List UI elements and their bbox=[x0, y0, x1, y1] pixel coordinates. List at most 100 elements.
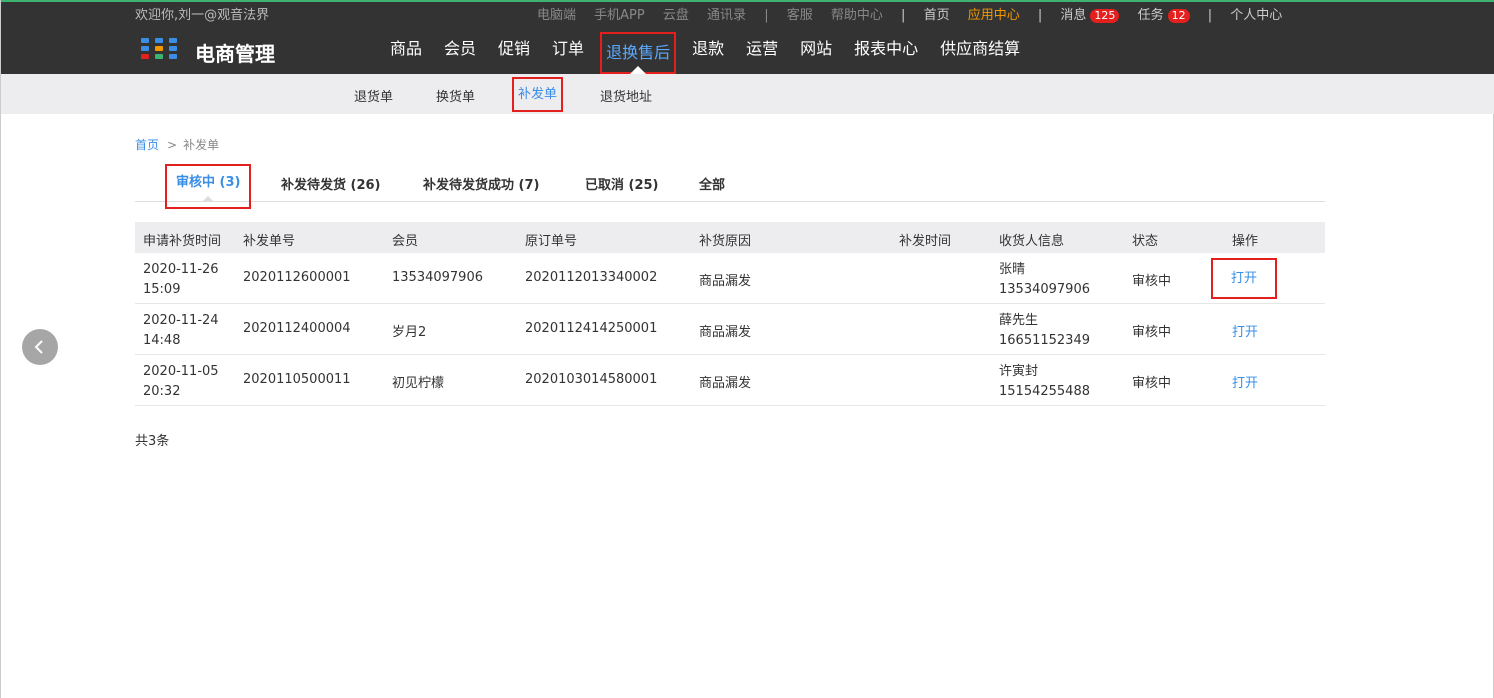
subnav-exchanges[interactable]: 换货单 bbox=[436, 86, 475, 105]
receiver-info: 许寅封 15154255488 bbox=[999, 362, 1090, 402]
apply-time: 2020-11-05 20:32 bbox=[143, 362, 219, 402]
link-service[interactable]: 客服 bbox=[787, 8, 813, 23]
page: 欢迎你,刘一@观音法界 电脑端 手机APP 云盘 通讯录 | 客服 帮助中心 |… bbox=[0, 0, 1494, 698]
status: 审核中 bbox=[1132, 376, 1172, 391]
back-button[interactable] bbox=[22, 329, 58, 365]
link-tasks[interactable]: 任务 12 bbox=[1138, 8, 1190, 23]
divider: | bbox=[901, 8, 906, 23]
receiver-phone: 13534097906 bbox=[999, 282, 1090, 297]
receiver-phone: 15154255488 bbox=[999, 384, 1090, 399]
link-desktop[interactable]: 电脑端 bbox=[537, 8, 576, 23]
subnav-return-address[interactable]: 退货地址 bbox=[600, 86, 652, 105]
reship-no: 2020110500011 bbox=[243, 372, 351, 387]
nav-products[interactable]: 商品 bbox=[379, 24, 433, 74]
link-help-center[interactable]: 帮助中心 bbox=[831, 8, 883, 23]
tab-under-review-label: 审核中 (3) bbox=[176, 175, 241, 190]
table-header: 申请补货时间 补发单号 会员 原订单号 补货原因 补发时间 收货人信息 状态 操… bbox=[135, 222, 1325, 253]
nav-operations[interactable]: 运营 bbox=[735, 24, 789, 74]
nav-reports[interactable]: 报表中心 bbox=[843, 24, 929, 74]
link-cloud-disk[interactable]: 云盘 bbox=[663, 8, 689, 23]
table-row: 2020-11-24 14:48 2020112400004 岁月2 202011… bbox=[135, 304, 1325, 355]
divider: | bbox=[1207, 8, 1213, 23]
link-app-center[interactable]: 应用中心 bbox=[968, 8, 1020, 23]
breadcrumb: 首页 > 补发单 bbox=[135, 136, 219, 153]
receiver-phone: 16651152349 bbox=[999, 333, 1090, 348]
col-original-order: 原订单号 bbox=[525, 234, 578, 249]
breadcrumb-separator: > bbox=[167, 138, 178, 152]
link-personal-center[interactable]: 个人中心 bbox=[1230, 8, 1282, 23]
col-status: 状态 bbox=[1132, 234, 1159, 249]
member: 岁月2 bbox=[392, 325, 427, 340]
messages-label: 消息 bbox=[1060, 8, 1087, 23]
welcome-text: 欢迎你,刘一@观音法界 bbox=[135, 8, 270, 23]
original-order: 2020112414250001 bbox=[525, 321, 658, 336]
open-link[interactable]: 打开 bbox=[1211, 258, 1278, 299]
link-messages[interactable]: 消息 125 bbox=[1060, 8, 1120, 23]
receiver-info: 张晴 13534097906 bbox=[999, 260, 1090, 300]
breadcrumb-home[interactable]: 首页 bbox=[135, 138, 159, 152]
main-nav: 商品 会员 促销 订单 退换售后 退款 运营 网站 报表中心 供应商结算 bbox=[379, 24, 1031, 74]
nav-after-sales[interactable]: 退换售后 bbox=[600, 32, 677, 74]
logo-text: 电商管理 bbox=[195, 42, 275, 66]
divider: | bbox=[764, 8, 769, 23]
tasks-label: 任务 bbox=[1137, 8, 1164, 23]
col-receiver: 收货人信息 bbox=[999, 234, 1065, 249]
tasks-badge: 12 bbox=[1167, 9, 1190, 23]
reason: 商品漏发 bbox=[699, 376, 752, 391]
reship-no: 2020112600001 bbox=[243, 270, 351, 285]
reship-no: 2020112400004 bbox=[243, 321, 351, 336]
receiver-name: 张晴 bbox=[999, 262, 1026, 277]
col-reship-no: 补发单号 bbox=[243, 234, 296, 249]
header: 电商管理 商品 会员 促销 订单 退换售后 退款 运营 网站 报表中心 供应商结… bbox=[1, 24, 1494, 74]
apply-time: 2020-11-24 14:48 bbox=[143, 311, 219, 351]
apply-clock: 20:32 bbox=[143, 384, 181, 399]
tab-pending-shipment[interactable]: 补发待发货 (26) bbox=[281, 174, 381, 193]
col-member: 会员 bbox=[392, 234, 419, 249]
receiver-name: 许寅封 bbox=[999, 364, 1039, 379]
tab-shipment-success[interactable]: 补发待发货成功 (7) bbox=[423, 174, 539, 193]
open-link[interactable]: 打开 bbox=[1232, 372, 1258, 391]
link-contacts[interactable]: 通讯录 bbox=[707, 8, 746, 23]
reason: 商品漏发 bbox=[699, 274, 752, 289]
open-link[interactable]: 打开 bbox=[1232, 321, 1258, 340]
nav-refunds[interactable]: 退款 bbox=[681, 24, 735, 74]
member: 初见柠檬 bbox=[392, 376, 445, 391]
subnav-reshipments[interactable]: 补发单 bbox=[512, 77, 564, 112]
table-row: 2020-11-26 15:09 2020112600001 1353409790… bbox=[135, 253, 1325, 304]
col-action: 操作 bbox=[1232, 234, 1259, 249]
link-home[interactable]: 首页 bbox=[924, 8, 950, 23]
nav-promotions[interactable]: 促销 bbox=[487, 24, 541, 74]
original-order: 2020103014580001 bbox=[525, 372, 658, 387]
status: 审核中 bbox=[1132, 325, 1172, 340]
col-reason: 补货原因 bbox=[699, 234, 752, 249]
logo-icon bbox=[141, 38, 181, 59]
member: 13534097906 bbox=[392, 270, 483, 285]
apply-time: 2020-11-26 15:09 bbox=[143, 260, 219, 300]
apply-date: 2020-11-24 bbox=[143, 313, 219, 328]
top-bar: 欢迎你,刘一@观音法界 电脑端 手机APP 云盘 通讯录 | 客服 帮助中心 |… bbox=[1, 0, 1494, 24]
divider: | bbox=[1037, 8, 1043, 23]
subnav-returns[interactable]: 退货单 bbox=[354, 86, 393, 105]
col-reship-time: 补发时间 bbox=[899, 234, 952, 249]
nav-supplier-settlement[interactable]: 供应商结算 bbox=[929, 24, 1031, 74]
breadcrumb-current: 补发单 bbox=[183, 138, 220, 152]
total-count: 共3条 bbox=[135, 434, 170, 449]
nav-orders[interactable]: 订单 bbox=[541, 24, 595, 74]
tab-under-review[interactable]: 审核中 (3) bbox=[165, 164, 252, 209]
nav-website[interactable]: 网站 bbox=[789, 24, 843, 74]
status-tabs: 审核中 (3) 补发待发货 (26) 补发待发货成功 (7) 已取消 (25) … bbox=[135, 164, 1325, 209]
link-mobile-app[interactable]: 手机APP bbox=[594, 8, 645, 23]
messages-badge: 125 bbox=[1090, 9, 1120, 23]
tab-cancelled[interactable]: 已取消 (25) bbox=[585, 174, 659, 193]
tab-indicator-icon bbox=[202, 196, 215, 202]
status: 审核中 bbox=[1132, 274, 1172, 289]
tab-all[interactable]: 全部 bbox=[699, 174, 725, 193]
apply-clock: 15:09 bbox=[143, 282, 181, 297]
active-caret-icon bbox=[630, 66, 647, 74]
reshipment-table: 申请补货时间 补发单号 会员 原订单号 补货原因 补发时间 收货人信息 状态 操… bbox=[135, 222, 1325, 406]
apply-clock: 14:48 bbox=[143, 333, 181, 348]
col-apply-time: 申请补货时间 bbox=[143, 234, 222, 249]
nav-after-sales-label: 退换售后 bbox=[606, 43, 671, 62]
nav-members[interactable]: 会员 bbox=[433, 24, 487, 74]
apply-date: 2020-11-26 bbox=[143, 262, 219, 277]
